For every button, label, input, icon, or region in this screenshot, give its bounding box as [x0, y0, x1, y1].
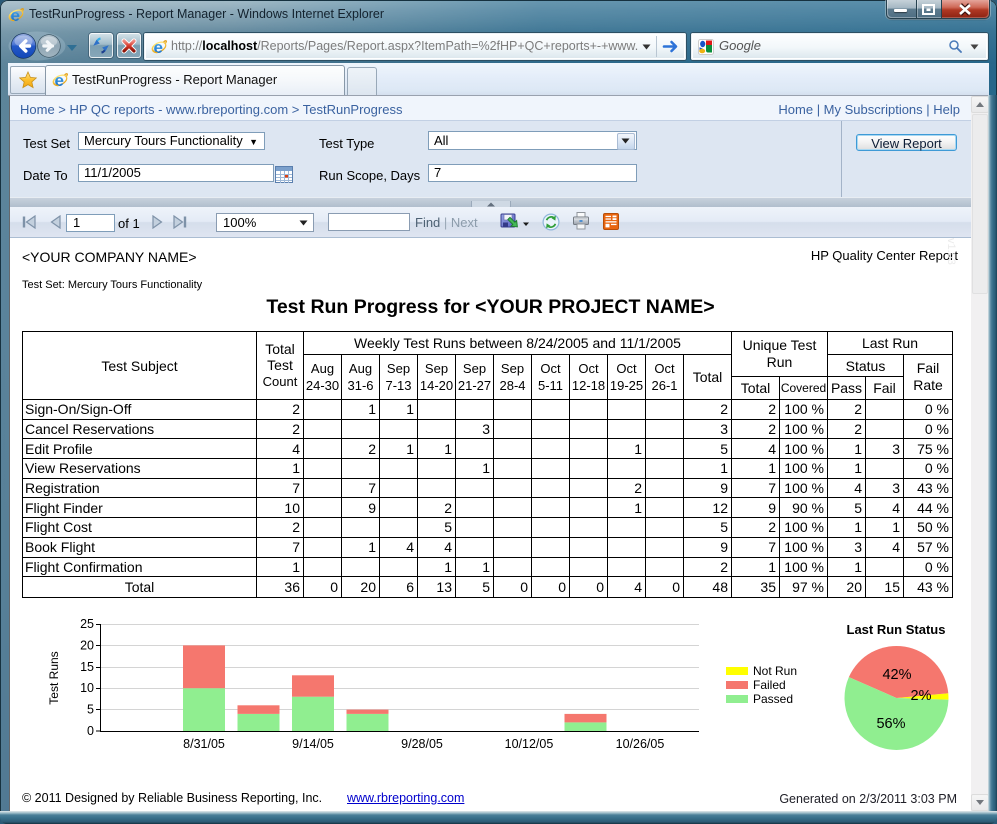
svg-text:25: 25 — [80, 617, 94, 631]
svg-text:15: 15 — [80, 660, 94, 674]
svg-text:5: 5 — [87, 703, 94, 717]
svg-text:42%: 42% — [882, 667, 911, 683]
svg-text:Passed: Passed — [753, 692, 793, 706]
svg-text:Last Run Status: Last Run Status — [847, 622, 946, 637]
svg-text:Not Run: Not Run — [753, 664, 797, 678]
svg-text:10/12/05: 10/12/05 — [505, 737, 554, 751]
svg-text:2%: 2% — [911, 688, 932, 704]
svg-text:20: 20 — [80, 638, 94, 652]
svg-text:56%: 56% — [876, 716, 905, 732]
svg-text:Failed: Failed — [753, 678, 786, 692]
svg-text:10/26/05: 10/26/05 — [616, 737, 665, 751]
svg-text:Test Runs: Test Runs — [47, 651, 61, 704]
svg-text:9/28/05: 9/28/05 — [401, 737, 443, 751]
svg-text:9/14/05: 9/14/05 — [292, 737, 334, 751]
svg-text:0: 0 — [87, 724, 94, 738]
svg-text:8/31/05: 8/31/05 — [183, 737, 225, 751]
svg-text:10: 10 — [80, 681, 94, 695]
